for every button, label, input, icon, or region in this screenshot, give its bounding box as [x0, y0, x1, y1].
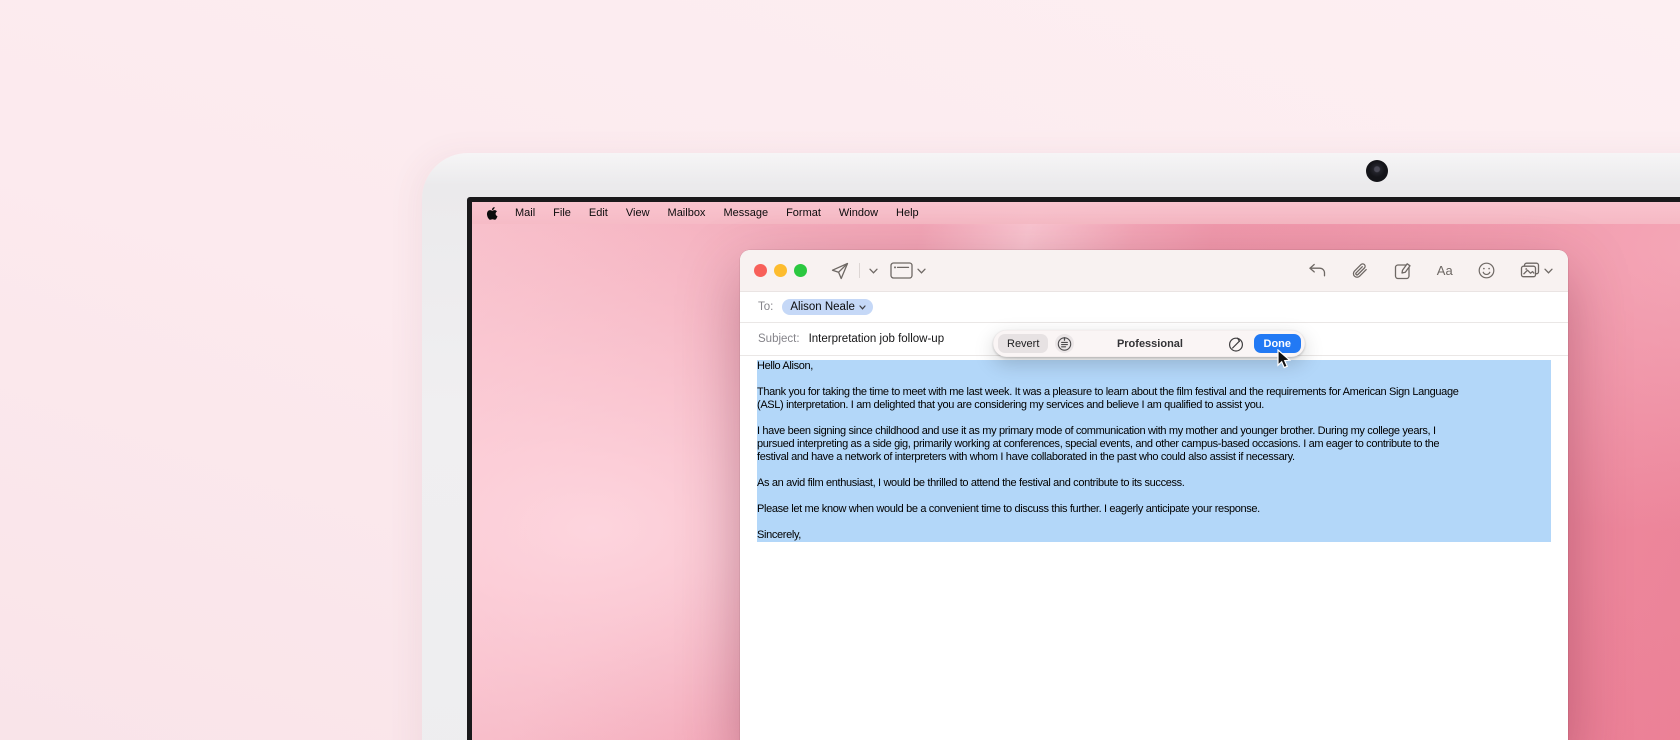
body-line [757, 464, 1551, 477]
mail-compose-window: Aa [740, 250, 1568, 740]
body-line [757, 412, 1551, 425]
body-line [757, 490, 1551, 503]
menu-item[interactable]: View [617, 202, 659, 224]
zoom-button[interactable] [794, 264, 807, 277]
message-body[interactable]: Hello Alison, Thank you for taking the ti… [740, 356, 1568, 740]
revert-button[interactable]: Revert [998, 334, 1048, 353]
writing-tools-icon[interactable] [1055, 334, 1074, 353]
toolbar-divider [859, 263, 860, 278]
body-line: (ASL) interpretation. I am delighted tha… [757, 399, 1551, 412]
menu-item[interactable]: Window [830, 202, 887, 224]
menu-item[interactable]: Edit [580, 202, 617, 224]
body-line [757, 516, 1551, 529]
subject-value: Interpretation job follow-up [809, 333, 945, 345]
header-fields-chevron-icon[interactable] [917, 268, 926, 274]
format-text-icon[interactable]: Aa [1437, 263, 1453, 278]
body-line: Please let me know when would be a conve… [757, 503, 1551, 516]
body-line: Thank you for taking the time to meet wi… [757, 386, 1551, 399]
desktop-wallpaper: MailFileEditViewMailboxMessageFormatWind… [472, 202, 1680, 740]
minimize-button[interactable] [774, 264, 787, 277]
rewrite-icon[interactable] [1226, 334, 1246, 354]
send-icon[interactable] [830, 261, 850, 281]
body-line: Sincerely, [757, 529, 1551, 542]
menu-item[interactable]: File [544, 202, 580, 224]
signature-line: Katsura [757, 542, 1552, 555]
menu-item[interactable]: Mail [506, 202, 544, 224]
selected-text-block[interactable]: Hello Alison, Thank you for taking the ti… [757, 360, 1551, 542]
facetime-camera [1366, 160, 1388, 182]
body-line [757, 373, 1551, 386]
to-field-row[interactable]: To: Alison Neale [740, 292, 1568, 322]
undo-icon[interactable] [1308, 263, 1326, 278]
recipient-name: Alison Neale [790, 301, 855, 313]
to-label: To: [758, 301, 773, 313]
apple-menu-icon[interactable] [483, 206, 506, 221]
header-fields-icon[interactable] [890, 262, 913, 279]
window-toolbar: Aa [740, 250, 1568, 292]
menubar: MailFileEditViewMailboxMessageFormatWind… [472, 202, 1680, 224]
toolbar-right-icons: Aa [1308, 262, 1555, 280]
body-line: As an avid film enthusiast, I would be t… [757, 477, 1551, 490]
menu-item[interactable]: Help [887, 202, 928, 224]
menu-item[interactable]: Message [714, 202, 777, 224]
photo-browser-icon[interactable] [1520, 262, 1540, 279]
send-options-chevron-icon[interactable] [869, 268, 878, 274]
attach-icon[interactable] [1351, 262, 1369, 280]
emoji-icon[interactable] [1478, 262, 1495, 279]
body-line: Hello Alison, [757, 360, 1551, 373]
scene: MailFileEditViewMailboxMessageFormatWind… [0, 0, 1680, 740]
menu-items: MailFileEditViewMailboxMessageFormatWind… [506, 202, 928, 224]
body-line: I have been signing since childhood and … [757, 425, 1551, 438]
recipient-chevron-icon [859, 305, 866, 310]
close-button[interactable] [754, 264, 767, 277]
subject-label: Subject: [758, 333, 800, 345]
recipient-pill[interactable]: Alison Neale [782, 299, 873, 315]
menu-item[interactable]: Mailbox [659, 202, 715, 224]
body-line: festival and have a network of interpret… [757, 451, 1551, 464]
body-line: pursued interpreting as a side gig, prim… [757, 438, 1551, 451]
photo-browser-chevron-icon[interactable] [1544, 268, 1553, 274]
imac-screen-bezel: MailFileEditViewMailboxMessageFormatWind… [467, 197, 1680, 740]
writing-tools-bar: Revert Professional [993, 330, 1305, 357]
traffic-lights [754, 264, 807, 277]
rewrite-style-label: Professional [1074, 338, 1225, 350]
mouse-cursor [1277, 349, 1292, 375]
menu-item[interactable]: Format [777, 202, 830, 224]
markup-icon[interactable] [1394, 262, 1412, 280]
